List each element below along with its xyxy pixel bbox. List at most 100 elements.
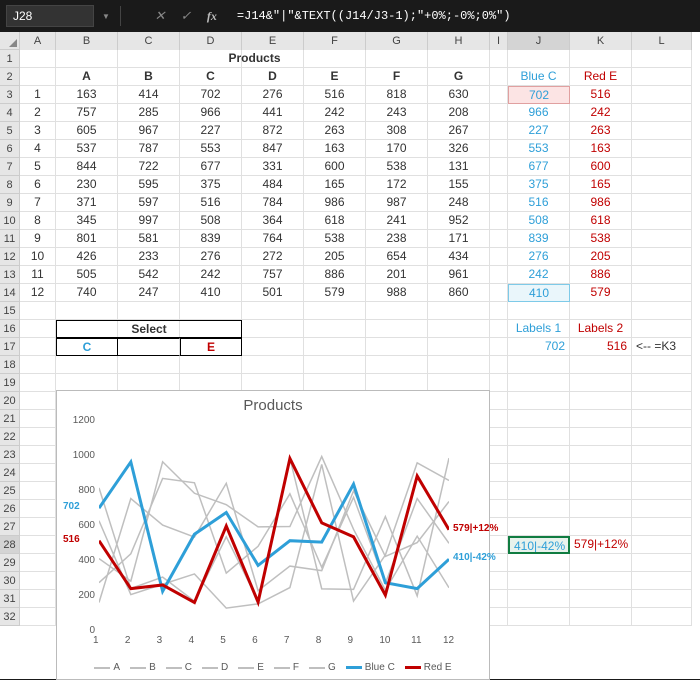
cell-D12[interactable]: 276: [180, 248, 242, 266]
cell-G17[interactable]: [366, 338, 428, 356]
cell-I22[interactable]: [490, 428, 508, 446]
cell-A27[interactable]: [20, 518, 56, 536]
cell-K6[interactable]: 163: [570, 140, 632, 158]
cell-E15[interactable]: [242, 302, 304, 320]
cell-K29[interactable]: [570, 554, 632, 572]
name-box-dropdown-icon[interactable]: ▼: [102, 12, 110, 21]
cell-I5[interactable]: [490, 122, 508, 140]
cell-L23[interactable]: [632, 446, 692, 464]
cell-A15[interactable]: [20, 302, 56, 320]
cell-L26[interactable]: [632, 500, 692, 518]
cell-L32[interactable]: [632, 608, 692, 626]
cell-K13[interactable]: 886: [570, 266, 632, 284]
cell-J7[interactable]: 677: [508, 158, 570, 176]
cell-H9[interactable]: 248: [428, 194, 490, 212]
cell-F12[interactable]: 205: [304, 248, 366, 266]
cell-J29[interactable]: [508, 554, 570, 572]
cell-K27[interactable]: [570, 518, 632, 536]
cell-F11[interactable]: 538: [304, 230, 366, 248]
cell-L3[interactable]: [632, 86, 692, 104]
cell-C15[interactable]: [118, 302, 180, 320]
cell-E5[interactable]: 872: [242, 122, 304, 140]
cell-K15[interactable]: [570, 302, 632, 320]
cell-H4[interactable]: 208: [428, 104, 490, 122]
cell-D14[interactable]: 410: [180, 284, 242, 302]
cell-A22[interactable]: [20, 428, 56, 446]
cell-I2[interactable]: [490, 68, 508, 86]
cell-G2[interactable]: F: [366, 68, 428, 86]
cell-J3[interactable]: 702: [508, 86, 570, 104]
cell-D7[interactable]: 677: [180, 158, 242, 176]
col-header-H[interactable]: H: [428, 32, 490, 50]
cell-J21[interactable]: [508, 410, 570, 428]
row-header-10[interactable]: 10: [0, 212, 20, 230]
cell-L18[interactable]: [632, 356, 692, 374]
cell-A16[interactable]: [20, 320, 56, 338]
row-header-26[interactable]: 26: [0, 500, 20, 518]
cell-A3[interactable]: 1: [20, 86, 56, 104]
cancel-icon[interactable]: ✕: [151, 7, 169, 25]
cell-I23[interactable]: [490, 446, 508, 464]
cell-E4[interactable]: 441: [242, 104, 304, 122]
row-header-1[interactable]: 1: [0, 50, 20, 68]
cell-A8[interactable]: 6: [20, 176, 56, 194]
cell-I15[interactable]: [490, 302, 508, 320]
cell-L29[interactable]: [632, 554, 692, 572]
cell-E13[interactable]: 757: [242, 266, 304, 284]
cell-C18[interactable]: [118, 356, 180, 374]
cell-I10[interactable]: [490, 212, 508, 230]
cell-G16[interactable]: [366, 320, 428, 338]
cell-L20[interactable]: [632, 392, 692, 410]
cell-J1[interactable]: [508, 50, 570, 68]
cell-E7[interactable]: 331: [242, 158, 304, 176]
cell-C10[interactable]: 997: [118, 212, 180, 230]
cell-H8[interactable]: 155: [428, 176, 490, 194]
cell-L5[interactable]: [632, 122, 692, 140]
cell-I4[interactable]: [490, 104, 508, 122]
cell-I3[interactable]: [490, 86, 508, 104]
row-header-2[interactable]: 2: [0, 68, 20, 86]
cell-L25[interactable]: [632, 482, 692, 500]
cell-G11[interactable]: 238: [366, 230, 428, 248]
cell-E6[interactable]: 847: [242, 140, 304, 158]
cell-C7[interactable]: 722: [118, 158, 180, 176]
cell-I18[interactable]: [490, 356, 508, 374]
row-header-27[interactable]: 27: [0, 518, 20, 536]
cell-H6[interactable]: 326: [428, 140, 490, 158]
cell-E17[interactable]: [242, 338, 304, 356]
cell-I12[interactable]: [490, 248, 508, 266]
cell-J10[interactable]: 508: [508, 212, 570, 230]
cell-K16[interactable]: Labels 2: [570, 320, 632, 338]
cell-F8[interactable]: 165: [304, 176, 366, 194]
cell-I32[interactable]: [490, 608, 508, 626]
cell-L16[interactable]: [632, 320, 692, 338]
cell-K23[interactable]: [570, 446, 632, 464]
formula-input[interactable]: =J14&"|"&TEXT((J14/J3-1);"+0%;-0%;0%"): [229, 9, 694, 23]
col-header-K[interactable]: K: [570, 32, 632, 50]
cell-E8[interactable]: 484: [242, 176, 304, 194]
cell-K7[interactable]: 600: [570, 158, 632, 176]
cell-I6[interactable]: [490, 140, 508, 158]
cell-A19[interactable]: [20, 374, 56, 392]
cell-E12[interactable]: 272: [242, 248, 304, 266]
cell-L12[interactable]: [632, 248, 692, 266]
cell-C9[interactable]: 597: [118, 194, 180, 212]
cell-I7[interactable]: [490, 158, 508, 176]
cell-D13[interactable]: 242: [180, 266, 242, 284]
cell-J28[interactable]: 410|-42%: [508, 536, 570, 554]
cell-K20[interactable]: [570, 392, 632, 410]
cell-A21[interactable]: [20, 410, 56, 428]
select-all-corner[interactable]: [0, 32, 20, 50]
cell-B11[interactable]: 801: [56, 230, 118, 248]
cell-A4[interactable]: 2: [20, 104, 56, 122]
cell-H5[interactable]: 267: [428, 122, 490, 140]
cell-A7[interactable]: 5: [20, 158, 56, 176]
cell-E11[interactable]: 764: [242, 230, 304, 248]
row-header-30[interactable]: 30: [0, 572, 20, 590]
cell-I26[interactable]: [490, 500, 508, 518]
cell-B18[interactable]: [56, 356, 118, 374]
cell-J19[interactable]: [508, 374, 570, 392]
cell-E9[interactable]: 784: [242, 194, 304, 212]
cell-A13[interactable]: 11: [20, 266, 56, 284]
cell-D9[interactable]: 516: [180, 194, 242, 212]
